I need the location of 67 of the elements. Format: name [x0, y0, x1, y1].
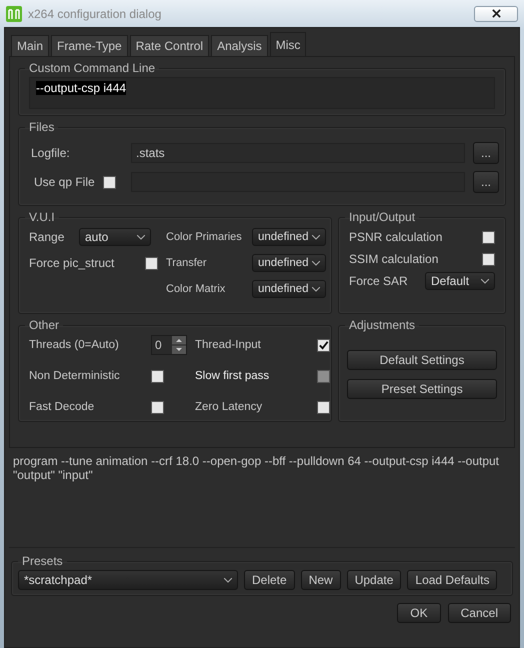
logfile-label: Logfile: [31, 146, 71, 160]
group-title: Presets [21, 554, 64, 568]
checkbox[interactable] [102, 176, 116, 188]
checkbox[interactable] [145, 256, 158, 270]
caret-icon [312, 260, 320, 266]
dropdown[interactable]: Default [425, 272, 495, 290]
dialog-button[interactable]: OK [397, 603, 441, 623]
dropdown-label: Color Matrix [166, 283, 226, 295]
tab[interactable]: Frame-Type [51, 35, 128, 56]
preset-button[interactable]: New [300, 570, 341, 590]
checkbox-label: Non Deterministic [29, 370, 121, 382]
caret-icon [312, 234, 320, 240]
threads-label: Threads (0=Auto) [29, 339, 120, 351]
preset-button[interactable]: Update [346, 570, 402, 590]
tab[interactable]: Main [11, 35, 50, 56]
tab[interactable]: Analysis [211, 35, 268, 56]
group-title: Other [28, 318, 60, 332]
command-preview: program --tune animation --crf 18.0 --open-gop --bff --pulldown 64 --output-csp i444 --output "output" "input" [9, 448, 515, 548]
caret-icon [224, 578, 232, 582]
settings-button[interactable]: Default Settings [347, 350, 497, 370]
checkbox-label: Fast Decode [29, 401, 96, 413]
caret-icon [481, 278, 489, 284]
threads-spinbox[interactable]: 0 [151, 335, 187, 355]
checkbox[interactable] [151, 370, 164, 382]
spin-arrows-icon [172, 336, 186, 354]
command-field[interactable]: --output-csp i444 [29, 77, 495, 109]
group-title: Files [28, 120, 56, 134]
checkbox-label: Slow first pass [195, 370, 270, 382]
tab[interactable]: Misc [270, 32, 306, 56]
dropdown[interactable]: undefined [252, 254, 326, 272]
caret-icon [137, 234, 145, 240]
force-pic-struct-label: Force pic_struct [29, 256, 116, 270]
checkbox[interactable] [151, 400, 164, 414]
close-button[interactable] [474, 6, 518, 22]
dropdown[interactable]: auto [79, 228, 151, 246]
preset-button[interactable]: Delete [244, 570, 295, 590]
group-title: Custom Command Line [28, 61, 156, 75]
checkbox-label: PSNR calculation [349, 230, 442, 244]
group-title: V.U.I [28, 210, 56, 224]
app-icon [6, 6, 22, 22]
tab[interactable]: Rate Control [130, 35, 210, 56]
checkbox[interactable] [482, 230, 495, 244]
checkbox-label: Zero Latency [195, 401, 264, 413]
settings-button[interactable]: Preset Settings [347, 379, 497, 399]
group-title: Input/Output [348, 210, 416, 224]
checkbox[interactable] [317, 338, 330, 352]
qp-file-label: Use qp File [34, 175, 95, 189]
browse-button[interactable]: ... [473, 171, 499, 193]
force-sar-label: Force SAR [349, 274, 408, 288]
dropdown[interactable]: undefined [252, 280, 326, 298]
close-icon [492, 9, 500, 18]
caret-icon [312, 286, 320, 292]
checkbox[interactable] [317, 400, 330, 414]
preset-button[interactable]: Load Defaults [407, 570, 498, 590]
dropdown-label: Color Primaries [166, 231, 243, 243]
range-label: Range [29, 230, 66, 244]
checkbox-label: Thread-Input [195, 339, 262, 351]
logfile-field[interactable]: .stats [131, 143, 465, 163]
dropdown-label: Transfer [166, 257, 208, 269]
dropdown[interactable]: undefined [252, 228, 326, 246]
window-title: x264 configuration dialog [28, 6, 162, 20]
browse-button[interactable]: ... [473, 142, 499, 164]
dropdown[interactable]: *scratchpad* [18, 570, 238, 590]
group-title: Adjustments [348, 318, 416, 332]
dialog-button[interactable]: Cancel [448, 603, 511, 623]
checkbox[interactable] [482, 252, 495, 266]
checkbox-label: SSIM calculation [349, 252, 438, 266]
